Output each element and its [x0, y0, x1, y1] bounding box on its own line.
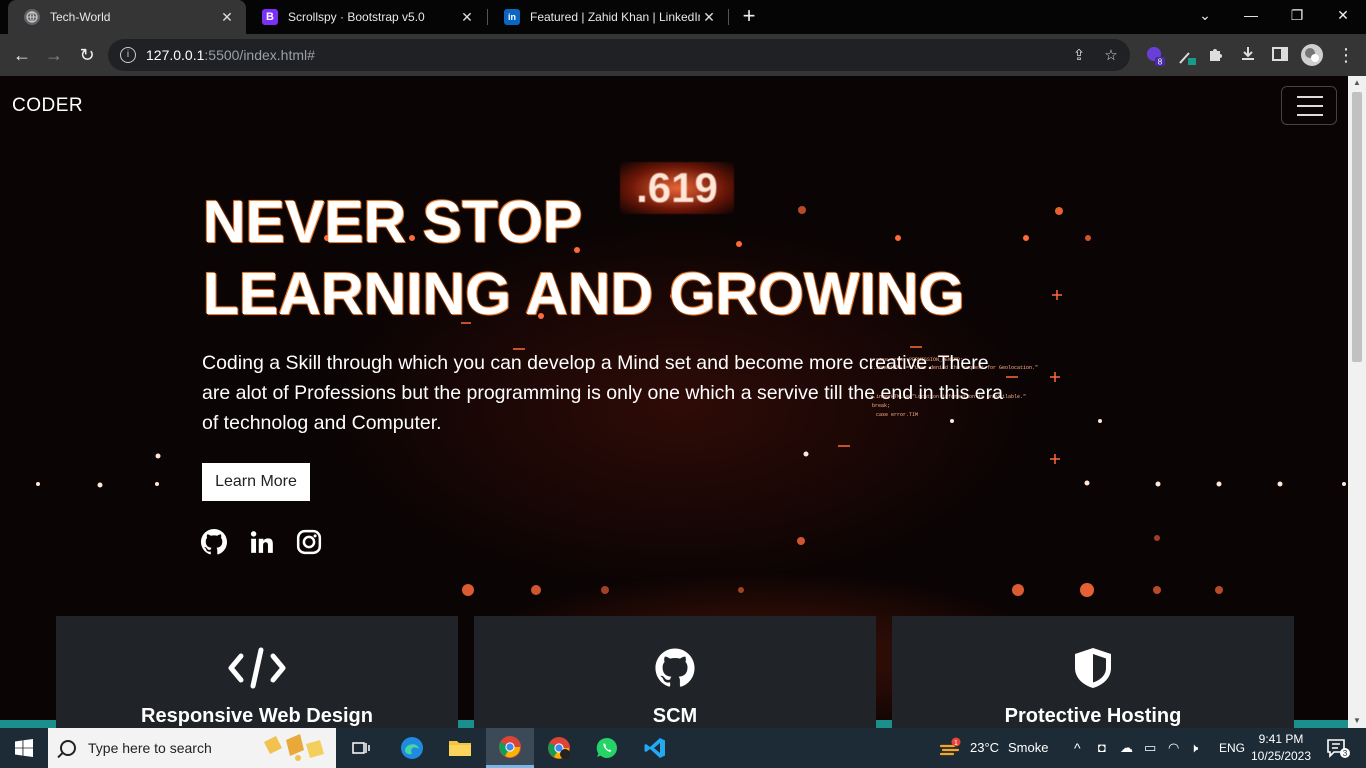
card-title: Responsive Web Design	[141, 705, 373, 727]
hero-title-line-2: LEARNING AND GROWING	[203, 261, 965, 327]
whatsapp-icon[interactable]	[586, 728, 628, 768]
svg-text:8: 8	[1158, 58, 1163, 67]
url-text: 127.0.0.1:5500/index.html#	[146, 47, 315, 63]
tab-tech-world[interactable]: Tech-World ✕	[8, 0, 246, 34]
browser-tab-bar: Tech-World ✕ B Scrollspy · Bootstrap v5.…	[0, 0, 1366, 34]
hero-description: Coding a Skill through which you can dev…	[202, 352, 1003, 434]
hero-title: NEVER STOP LEARNING AND GROWING	[203, 186, 965, 330]
taskbar-search-box[interactable]: Type here to search	[48, 728, 336, 768]
wifi-icon[interactable]: ◠	[1168, 728, 1179, 768]
search-placeholder: Type here to search	[88, 740, 212, 756]
shield-icon	[1063, 646, 1123, 690]
tab-title: Tech-World	[50, 10, 111, 24]
star-icon[interactable]: ☆	[1102, 47, 1120, 65]
restore-icon[interactable]: ❐	[1274, 0, 1320, 30]
taskbar-clock[interactable]: 9:41 PM 10/25/2023	[1246, 731, 1316, 765]
avatar[interactable]	[1300, 43, 1323, 66]
side-panel-icon[interactable]	[1270, 45, 1290, 65]
onedrive-icon[interactable]: ☁	[1120, 728, 1133, 768]
notifications-icon[interactable]: 3	[1320, 728, 1356, 768]
accent-strip	[876, 720, 892, 728]
browser-toolbar: ← → ↻ i 127.0.0.1:5500/index.html# ⇪ ☆ 8…	[0, 34, 1366, 76]
accent-strip	[1293, 720, 1348, 728]
clock-time: 9:41 PM	[1258, 732, 1304, 746]
github-icon	[645, 646, 705, 690]
share-icon[interactable]: ⇪	[1070, 47, 1088, 65]
weather-temperature[interactable]: 23°C	[970, 728, 999, 768]
download-icon[interactable]	[1238, 45, 1258, 65]
weather-icon[interactable]: 1	[936, 728, 964, 768]
search-icon	[60, 740, 76, 756]
accent-strip	[0, 720, 56, 728]
scrollbar-thumb[interactable]	[1352, 92, 1362, 362]
accent-strip	[458, 720, 474, 728]
chrome-taskbar-icon[interactable]	[486, 728, 534, 768]
github-icon[interactable]	[201, 529, 229, 557]
card-title: Protective Hosting	[1004, 705, 1182, 727]
clock-date: 10/25/2023	[1250, 749, 1312, 763]
edge-icon[interactable]	[392, 728, 432, 768]
new-tab-button[interactable]: +	[737, 4, 761, 28]
hero-title-line-1: NEVER STOP	[203, 189, 583, 255]
reload-icon[interactable]: ↻	[75, 43, 99, 67]
feature-card-hosting: Protective Hosting	[892, 616, 1294, 728]
dropper-extension-icon[interactable]	[1177, 45, 1197, 65]
task-view-icon[interactable]	[344, 728, 378, 768]
windows-taskbar: Type here to search 1 23°C Smoke ^ ◘ ☁ ▭…	[0, 728, 1366, 768]
tab-separator	[728, 9, 729, 25]
brand-logo[interactable]: CODER	[12, 95, 83, 117]
vscode-icon[interactable]	[634, 728, 676, 768]
language-indicator[interactable]: ENG	[1219, 728, 1245, 768]
battery-icon[interactable]: ▭	[1144, 728, 1156, 768]
chrome-profile-taskbar-icon[interactable]	[538, 728, 580, 768]
svg-text:1: 1	[954, 740, 958, 747]
scroll-up-icon[interactable]: ▲	[1348, 76, 1366, 90]
tab-title: Featured | Zahid Khan | LinkedIn	[530, 10, 700, 24]
extension-badge-icon[interactable]: 8	[1145, 45, 1165, 67]
menu-dots-icon[interactable]: ⋮	[1336, 45, 1356, 65]
close-tab-icon[interactable]: ✕	[458, 9, 476, 26]
file-explorer-icon[interactable]	[440, 728, 480, 768]
learn-more-button[interactable]: Learn More	[202, 463, 310, 501]
forward-icon[interactable]: →	[42, 43, 66, 67]
chevron-down-icon[interactable]: ⌄	[1182, 0, 1228, 30]
search-highlight-icon	[264, 734, 324, 761]
code-icon	[227, 646, 287, 690]
navbar-toggler-button[interactable]	[1281, 86, 1337, 125]
windows-start-icon[interactable]	[0, 728, 48, 768]
scroll-down-icon[interactable]: ▼	[1348, 714, 1366, 728]
chevron-up-icon[interactable]: ^	[1074, 728, 1081, 768]
close-tab-icon[interactable]: ✕	[218, 9, 236, 26]
web-page: case error.PERMISSION_DENIED: x.innerHTM…	[0, 76, 1348, 728]
instagram-icon[interactable]	[296, 529, 324, 557]
card-title: SCM	[652, 705, 698, 727]
puzzle-icon[interactable]	[1206, 45, 1226, 65]
linkedin-icon: in	[504, 9, 520, 25]
weather-description[interactable]: Smoke	[1008, 728, 1048, 768]
address-bar[interactable]: i 127.0.0.1:5500/index.html# ⇪ ☆	[108, 39, 1130, 71]
globe-icon	[24, 9, 40, 25]
tab-linkedin[interactable]: in Featured | Zahid Khan | LinkedIn ✕	[488, 0, 728, 34]
close-tab-icon[interactable]: ✕	[700, 9, 718, 26]
bootstrap-icon: B	[262, 9, 278, 25]
close-window-icon[interactable]: ✕	[1320, 0, 1366, 30]
camera-icon[interactable]: ◘	[1098, 728, 1106, 768]
minimize-icon[interactable]: —	[1228, 0, 1274, 30]
tab-scrollspy[interactable]: B Scrollspy · Bootstrap v5.0 ✕	[246, 0, 486, 34]
linkedin-icon[interactable]	[249, 529, 277, 557]
back-icon[interactable]: ←	[10, 43, 34, 67]
feature-card-scm: SCM	[474, 616, 876, 728]
page-scrollbar[interactable]: ▲ ▼	[1348, 76, 1366, 728]
feature-card-web-design: Responsive Web Design	[56, 616, 458, 728]
svg-text:3: 3	[1343, 749, 1348, 758]
speaker-muted-icon[interactable]: 🕨	[1190, 728, 1198, 768]
tab-title: Scrollspy · Bootstrap v5.0	[288, 10, 425, 24]
info-icon[interactable]: i	[120, 47, 136, 63]
